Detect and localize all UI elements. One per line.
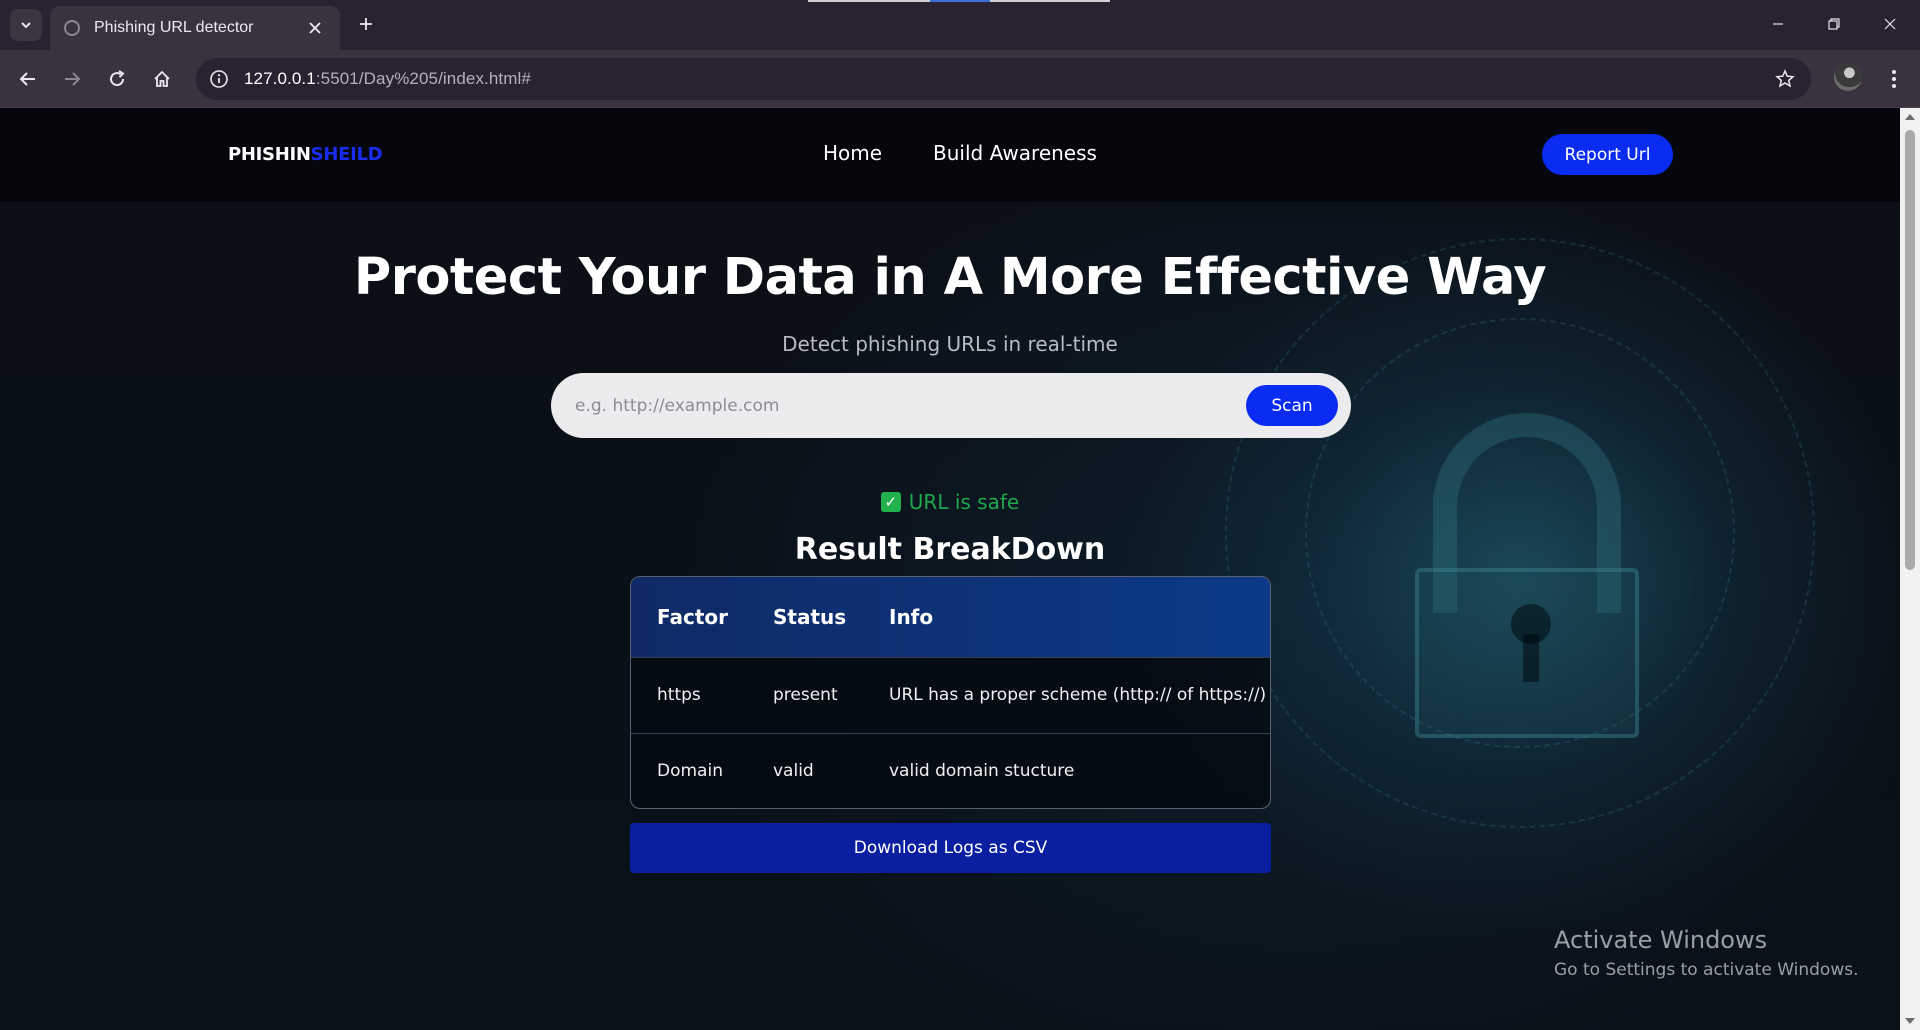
site-navbar: PHISHINSHEILD Home Build Awareness Repor…	[0, 108, 1900, 202]
tab-search-button[interactable]	[10, 9, 42, 41]
url-input[interactable]	[575, 387, 1275, 425]
forward-button[interactable]	[56, 63, 88, 95]
close-icon	[1884, 18, 1896, 30]
page-viewport: PHISHINSHEILD Home Build Awareness Repor…	[0, 108, 1900, 1030]
status-text: URL is safe	[908, 490, 1020, 514]
hero-title: Protect Your Data in A More Effective Wa…	[353, 248, 1547, 307]
watermark-title: Activate Windows	[1554, 926, 1768, 954]
checkmark-icon: ✓	[880, 492, 901, 512]
tab-title: Phishing URL detector	[94, 19, 254, 36]
scroll-up-arrow-icon[interactable]	[1905, 114, 1915, 120]
reload-icon	[110, 70, 125, 87]
nav-link-build-awareness[interactable]: Build Awareness	[933, 141, 1097, 165]
restore-button[interactable]	[1806, 0, 1862, 48]
profile-avatar[interactable]	[1834, 63, 1862, 91]
close-window-button[interactable]	[1862, 0, 1918, 48]
browser-menu-button[interactable]	[1880, 63, 1908, 95]
browser-toolbar: 127.0.0.1:5501/Day%205/index.html#	[0, 50, 1920, 108]
table-cell-factor: Domain	[631, 732, 747, 808]
reload-button[interactable]	[101, 63, 133, 95]
logo-text-main: PHISHIN	[228, 144, 311, 165]
report-url-button[interactable]: Report Url	[1542, 134, 1673, 175]
hero-subtitle: Detect phishing URLs in real-time	[782, 332, 1118, 356]
scan-result-status: ✓ URL is safe	[0, 490, 1900, 514]
download-logs-button[interactable]: Download Logs as CSV	[630, 823, 1271, 873]
result-breakdown-table: Factor Status Info https present URL has…	[630, 576, 1271, 809]
browser-tab-bar: Phishing URL detector	[0, 0, 1920, 50]
more-vert-icon	[1892, 70, 1896, 88]
chevron-down-icon	[21, 22, 31, 29]
table-cell-factor: https	[631, 656, 747, 733]
column-header-factor: Factor	[657, 604, 729, 629]
home-icon	[154, 70, 170, 87]
scan-button[interactable]: Scan	[1246, 385, 1338, 426]
url-search-bar: Scan	[551, 373, 1351, 438]
column-header-status: Status	[773, 604, 847, 629]
table-header-row: Factor Status Info	[631, 577, 1270, 657]
url-host: 127.0.0.1	[244, 69, 316, 88]
table-cell-info: valid domain stucture	[863, 732, 1270, 808]
table-row: https present URL has a proper scheme (h…	[631, 656, 1270, 733]
arrow-left-icon	[19, 72, 35, 86]
bookmark-button[interactable]	[1773, 67, 1797, 91]
table-cell-info: URL has a proper scheme (http:// of http…	[863, 656, 1270, 733]
windows-activation-watermark: Activate Windows Go to Settings to activ…	[1554, 926, 1859, 980]
minimize-icon	[1773, 23, 1783, 25]
table-cell-status: present	[747, 656, 863, 733]
restore-icon	[1828, 18, 1840, 30]
info-icon	[210, 70, 228, 88]
tab-strip-indicator	[808, 0, 1110, 2]
site-info-button[interactable]	[198, 58, 240, 100]
url-path: :5501/Day%205/index.html#	[315, 69, 531, 88]
plus-icon	[360, 18, 372, 30]
site-logo[interactable]: PHISHINSHEILD	[228, 144, 383, 165]
table-row: Domain valid valid domain stucture	[631, 732, 1270, 808]
new-tab-button[interactable]	[352, 10, 380, 38]
home-button[interactable]	[146, 63, 178, 95]
globe-icon	[64, 20, 80, 36]
address-bar[interactable]: 127.0.0.1:5501/Day%205/index.html#	[196, 58, 1811, 100]
star-icon	[1775, 69, 1795, 88]
browser-tab[interactable]: Phishing URL detector	[50, 6, 340, 50]
back-button[interactable]	[12, 63, 44, 95]
column-header-info: Info	[889, 604, 934, 629]
close-tab-button[interactable]	[304, 17, 326, 39]
scroll-down-arrow-icon[interactable]	[1905, 1018, 1915, 1024]
table-cell-status: valid	[747, 732, 863, 808]
minimize-button[interactable]	[1750, 0, 1806, 48]
nav-link-home[interactable]: Home	[823, 141, 882, 165]
logo-text-accent: SHEILD	[310, 144, 383, 165]
page-scrollbar[interactable]	[1900, 108, 1920, 1030]
arrow-right-icon	[65, 72, 81, 86]
scrollbar-thumb[interactable]	[1905, 130, 1915, 570]
padlock-background-image	[1415, 413, 1639, 793]
url-text[interactable]: 127.0.0.1:5501/Day%205/index.html#	[244, 69, 531, 89]
result-breakdown-title: Result BreakDown	[794, 532, 1106, 567]
watermark-subtitle: Go to Settings to activate Windows.	[1554, 960, 1859, 980]
close-icon	[309, 22, 321, 34]
